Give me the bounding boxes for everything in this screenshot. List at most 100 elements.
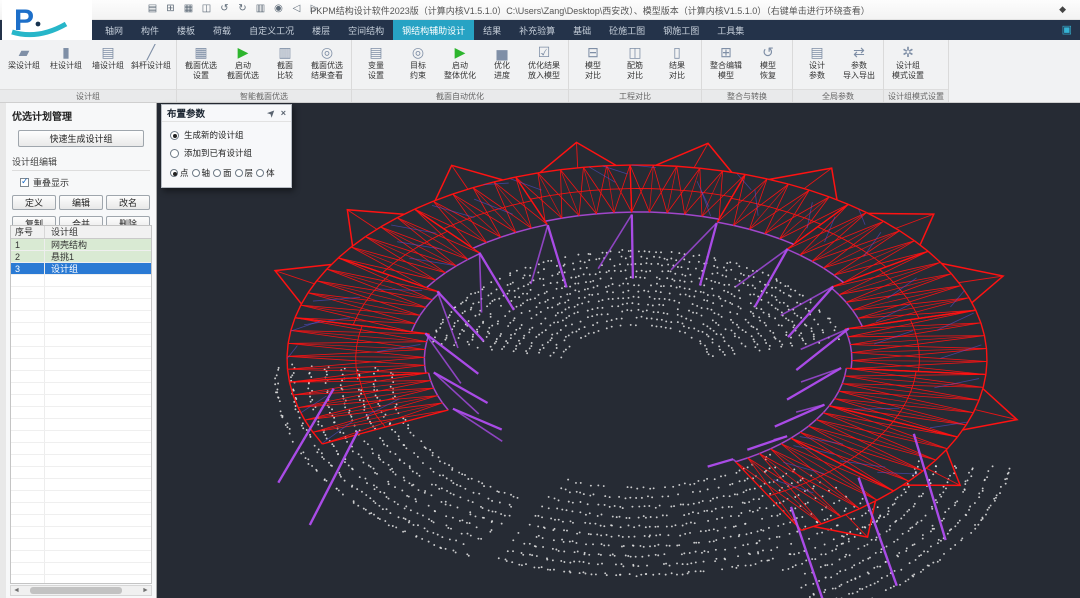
- tab-5[interactable]: 楼层: [303, 20, 339, 40]
- ribbon-button-1-3[interactable]: ◎截面优选 结果查看: [306, 42, 348, 81]
- empty-table-row[interactable]: [11, 527, 151, 539]
- ribbon-button-2-1[interactable]: ◎目标 约束: [397, 42, 439, 81]
- radio-icon[interactable]: [170, 131, 179, 140]
- empty-table-row[interactable]: [11, 491, 151, 503]
- empty-table-row[interactable]: [11, 335, 151, 347]
- ribbon-button-0-1[interactable]: ▮柱设计组: [45, 42, 87, 72]
- tab-11[interactable]: 砼施工图: [600, 20, 654, 40]
- empty-table-row[interactable]: [11, 563, 151, 575]
- overlap-display-checkbox[interactable]: 重叠显示: [20, 176, 150, 189]
- empty-table-row[interactable]: [11, 323, 151, 335]
- empty-table-row[interactable]: [11, 395, 151, 407]
- table-header-row: 序号 设计组: [11, 226, 151, 239]
- pin-icon[interactable]: ➤: [265, 106, 278, 119]
- tab-9[interactable]: 补充验算: [510, 20, 564, 40]
- run-section-optimize-icon: ▶: [233, 43, 253, 61]
- edit-button-2[interactable]: 改名: [106, 195, 150, 210]
- tab-4[interactable]: 自定义工况: [240, 20, 303, 40]
- ribbon-button-3-0[interactable]: ⊟模型 对比: [572, 42, 614, 81]
- empty-table-row[interactable]: [11, 455, 151, 467]
- empty-table-row[interactable]: [11, 407, 151, 419]
- empty-table-row[interactable]: [11, 311, 151, 323]
- ribbon-button-5-0[interactable]: ▤设计 参数: [796, 42, 838, 81]
- ribbon-button-2-0[interactable]: ▤变量 设置: [355, 42, 397, 81]
- empty-table-row[interactable]: [11, 551, 151, 563]
- ribbon-button-4-1[interactable]: ↺模型 恢复: [747, 42, 789, 81]
- ribbon-button-0-3[interactable]: ╱斜杆设计组: [129, 42, 173, 72]
- tab-13[interactable]: 工具集: [708, 20, 753, 40]
- ribbon-button-2-4[interactable]: ☑优化结果 放入模型: [523, 42, 565, 81]
- ribbon-button-5-1[interactable]: ⇄参数 导入导出: [838, 42, 880, 81]
- ribbon-button-3-1[interactable]: ◫配筋 对比: [614, 42, 656, 81]
- scrollbar-thumb[interactable]: [30, 587, 122, 594]
- empty-table-row[interactable]: [11, 503, 151, 515]
- empty-table-row[interactable]: [11, 431, 151, 443]
- ribbon-button-0-2[interactable]: ▤墙设计组: [87, 42, 129, 72]
- scope-option-2[interactable]: 面: [213, 167, 232, 179]
- table-row[interactable]: 1网壳结构: [11, 239, 151, 251]
- ribbon-button-3-2[interactable]: ▯结果 对比: [656, 42, 698, 81]
- empty-table-row[interactable]: [11, 419, 151, 431]
- edit-button-0[interactable]: 定义: [12, 195, 56, 210]
- ribbon-button-1-2[interactable]: ▥截面 比较: [264, 42, 306, 81]
- ribbon-button-6-0[interactable]: ✲设计组 模式设置: [887, 42, 929, 81]
- radio-icon[interactable]: [170, 149, 179, 158]
- empty-table-row[interactable]: [11, 479, 151, 491]
- scroll-right-icon[interactable]: ►: [140, 587, 151, 594]
- radio-icon[interactable]: [170, 169, 178, 177]
- empty-table-row[interactable]: [11, 443, 151, 455]
- ribbon-button-1-0[interactable]: ▦截面优选 设置: [180, 42, 222, 81]
- tab-3[interactable]: 荷载: [204, 20, 240, 40]
- ribbon-button-2-3[interactable]: ▅优化 进度: [481, 42, 523, 81]
- empty-table-row[interactable]: [11, 287, 151, 299]
- radio-icon[interactable]: [213, 169, 221, 177]
- tab-8[interactable]: 结果: [474, 20, 510, 40]
- radio-option-0[interactable]: 生成新的设计组: [170, 129, 283, 141]
- empty-table-row[interactable]: [11, 467, 151, 479]
- table-row[interactable]: 3设计组: [11, 263, 151, 275]
- tab-active-7[interactable]: 钢结构辅助设计: [393, 20, 474, 40]
- table-row[interactable]: 2悬挑1: [11, 251, 151, 263]
- cell-no: 3: [11, 263, 45, 274]
- empty-table-row[interactable]: [11, 539, 151, 551]
- empty-table-row[interactable]: [11, 299, 151, 311]
- scope-option-3[interactable]: 层: [235, 167, 254, 179]
- ribbon-button-4-0[interactable]: ⊞整合编辑 模型: [705, 42, 747, 81]
- quick-generate-design-group-button[interactable]: 快速生成设计组: [18, 130, 144, 147]
- scope-option-0[interactable]: 点: [170, 167, 189, 179]
- ribbon-button-0-0[interactable]: ▰梁设计组: [3, 42, 45, 72]
- scope-option-1[interactable]: 轴: [192, 167, 211, 179]
- model-viewport[interactable]: [157, 103, 1080, 598]
- empty-table-row[interactable]: [11, 575, 151, 584]
- close-icon[interactable]: ×: [281, 108, 286, 118]
- radio-icon[interactable]: [235, 169, 243, 177]
- tab-6[interactable]: 空间结构: [339, 20, 393, 40]
- radio-icon[interactable]: [192, 169, 200, 177]
- checkbox-icon[interactable]: [20, 178, 29, 187]
- empty-table-row[interactable]: [11, 383, 151, 395]
- radio-option-1[interactable]: 添加到已有设计组: [170, 147, 283, 159]
- tab-12[interactable]: 钢施工图: [654, 20, 708, 40]
- view-style-icon[interactable]: ▣: [1062, 23, 1072, 36]
- scroll-left-icon[interactable]: ◄: [11, 587, 22, 594]
- cell-no: 1: [11, 239, 45, 250]
- ribbon-button-label: 柱设计组: [50, 61, 82, 71]
- empty-table-row[interactable]: [11, 275, 151, 287]
- layout-panel-titlebar[interactable]: 布置参数 ➤ ×: [162, 105, 291, 122]
- ribbon-button-1-1[interactable]: ▶启动 截面优选: [222, 42, 264, 81]
- ribbon-button-2-2[interactable]: ▶启动 整体优化: [439, 42, 481, 81]
- edit-button-1[interactable]: 编辑: [59, 195, 103, 210]
- scrollbar-track[interactable]: [22, 586, 140, 595]
- empty-table-row[interactable]: [11, 359, 151, 371]
- horizontal-scrollbar[interactable]: ◄ ►: [10, 585, 152, 596]
- empty-table-row[interactable]: [11, 371, 151, 383]
- tab-0[interactable]: 轴网: [96, 20, 132, 40]
- radio-icon[interactable]: [256, 169, 264, 177]
- tab-1[interactable]: 构件: [132, 20, 168, 40]
- empty-table-row[interactable]: [11, 515, 151, 527]
- tab-2[interactable]: 楼板: [168, 20, 204, 40]
- tab-10[interactable]: 基础: [564, 20, 600, 40]
- empty-table-row[interactable]: [11, 347, 151, 359]
- scope-option-4[interactable]: 体: [256, 167, 275, 179]
- ribbon-toolbar: ▰梁设计组▮柱设计组▤墙设计组╱斜杆设计组设计组▦截面优选 设置▶启动 截面优选…: [0, 40, 1080, 103]
